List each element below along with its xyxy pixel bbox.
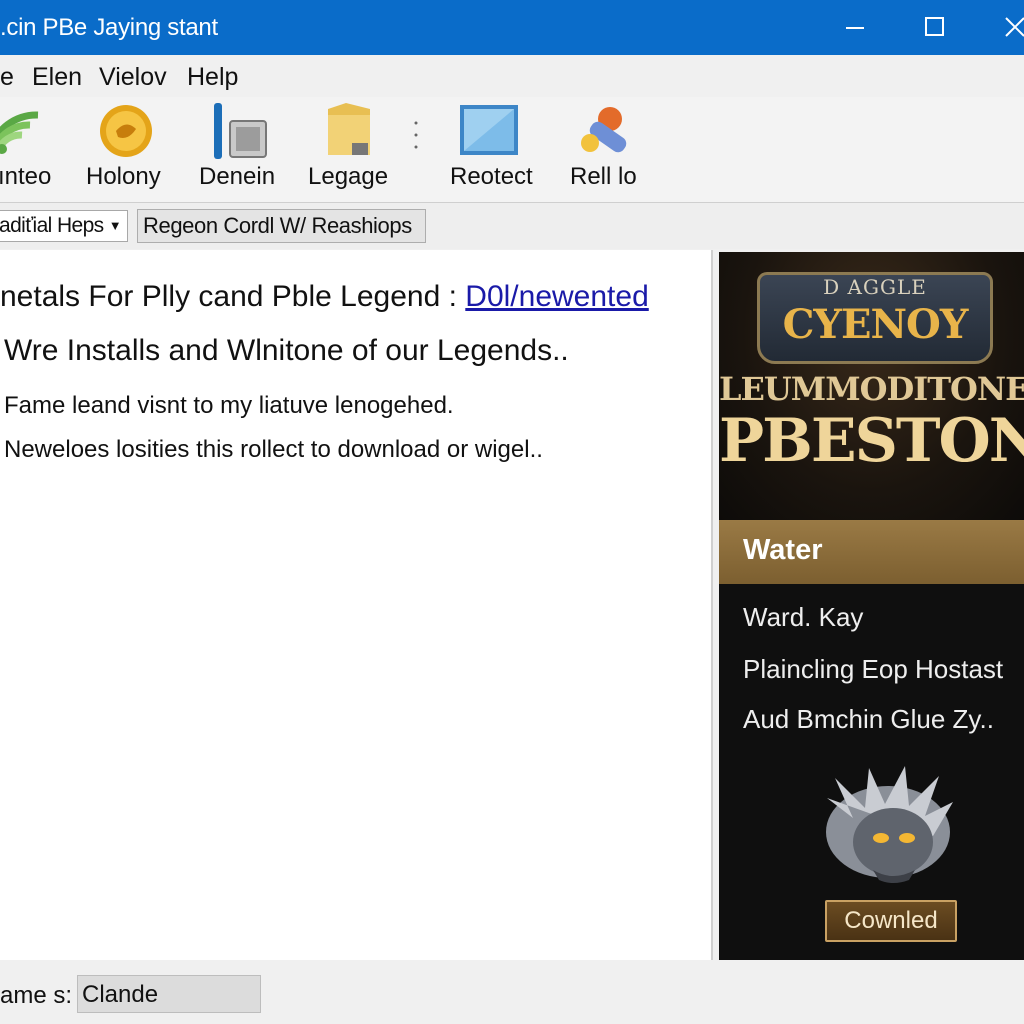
game-logo: D AGGLE CYENOY [757, 272, 993, 364]
banner-title: PBESTONE [719, 406, 1024, 476]
toolbar-separator [408, 97, 424, 202]
screen-icon [460, 105, 518, 155]
content-paragraph-2: Neweloes losities this rollect to downlo… [4, 436, 543, 463]
address-bar: adiťial Heps ▼ Regeon Cordl W/ Reashiops [0, 203, 1024, 249]
minimize-icon [846, 27, 864, 29]
window-title: .cin PBe Jaying stant [0, 14, 218, 41]
banner-subtitle: LEUMMODITONE [719, 370, 1024, 408]
section-header: Water [719, 520, 1024, 584]
folder-icon [328, 103, 370, 155]
info-line: Plaincling Eop Hostast [743, 654, 1004, 684]
game-banner: D AGGLE CYENOY LEUMMODITONE PBESTONE [719, 252, 1024, 520]
minimize-button[interactable] [826, 0, 886, 55]
tools-icon [581, 107, 627, 153]
toolbar-label: ınteo [0, 163, 52, 190]
close-button[interactable] [986, 0, 1024, 55]
gold-coin-icon [100, 105, 152, 157]
maximize-icon [925, 17, 944, 36]
toolbar-label: Denein [199, 163, 276, 190]
heading-text: netals For Plly cand Pble Legend : [0, 280, 457, 313]
toolbar-label: Legage [308, 163, 389, 190]
toolbar: ınteo Holony Denein Legage Reotect Rell … [0, 97, 1024, 203]
download-link[interactable]: D0l/newented [465, 280, 648, 313]
toolbar-button-legage[interactable]: Legage [306, 97, 392, 202]
menu-view[interactable]: Vielov [99, 63, 167, 92]
toolbar-button-rell[interactable]: Rell lo [566, 97, 646, 202]
dropdown-value: adiťial Heps [0, 214, 104, 237]
game-ad-panel: D AGGLE CYENOY LEUMMODITONE PBESTONE Wat… [719, 252, 1024, 960]
info-line: Aud Bmchin Glue Zy.. [743, 704, 994, 734]
wifi-signal-icon [0, 111, 39, 154]
status-label: ame s: [0, 982, 73, 1009]
toolbar-button-network[interactable]: ınteo [0, 97, 60, 202]
category-dropdown[interactable]: adiťial Heps ▼ [0, 210, 128, 242]
status-bar: ame s: Clande [0, 962, 1024, 1024]
toolbar-label: Reotect [450, 163, 533, 190]
close-icon [1005, 17, 1024, 37]
section-title: Water [743, 534, 823, 566]
download-button[interactable]: Cownled [825, 900, 957, 942]
content-pane: netals For Plly cand Pble Legend : D0l/n… [0, 250, 713, 960]
logo-top-text: D AGGLE [823, 275, 927, 299]
address-button[interactable]: Regeon Cordl W/ Reashiops [137, 209, 426, 243]
content-subheading: Wre Installs and Wlnitone of our Legends… [4, 334, 569, 367]
chevron-down-icon: ▼ [108, 218, 122, 233]
maximize-button[interactable] [906, 0, 966, 55]
info-line: Ward. Kay [743, 602, 864, 632]
menu-bar: e Elen Vielov Help [0, 55, 1024, 97]
toolbar-button-denein[interactable]: Denein [196, 97, 280, 202]
separator-grip-icon [414, 121, 418, 149]
toolbar-button-reotect[interactable]: Reotect [444, 97, 540, 202]
content-paragraph-1: Fame leand visnt to my liatuve lenogehed… [4, 392, 454, 419]
logo-main-text: CYENOY [782, 301, 969, 348]
toolbar-button-holony[interactable]: Holony [84, 97, 168, 202]
menu-help[interactable]: Help [187, 63, 238, 92]
menu-edit[interactable]: Elen [32, 63, 82, 92]
menu-file[interactable]: e [0, 63, 14, 92]
pen-device-icon [214, 103, 267, 159]
toolbar-label: Holony [86, 163, 161, 190]
title-bar: .cin PBe Jaying stant [0, 0, 1024, 55]
creature-image [826, 766, 953, 883]
status-field[interactable]: Clande [77, 975, 261, 1013]
toolbar-label: Rell lo [570, 163, 637, 190]
content-heading-line: netals For Plly cand Pble Legend : D0l/n… [0, 280, 649, 314]
